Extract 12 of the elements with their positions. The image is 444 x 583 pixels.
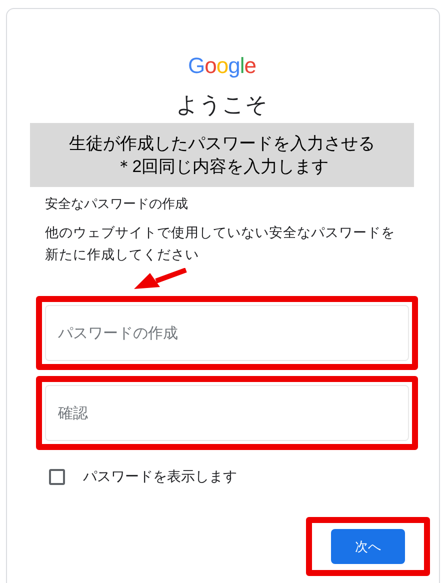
section-heading: 安全なパスワードの作成 <box>45 196 188 211</box>
google-logo: Google <box>188 52 256 80</box>
annotation-arrow <box>132 268 188 290</box>
annotation-text: 生徒が作成したパスワードを入力させる <box>69 133 375 155</box>
next-button[interactable]: 次へ <box>331 529 405 564</box>
checkbox-label: パスワードを表示します <box>83 467 237 486</box>
password-field[interactable]: 確認 <box>45 385 409 441</box>
password-field[interactable]: パスワードの作成 <box>45 305 409 361</box>
page-title: ようこそ <box>176 91 268 119</box>
annotation-text: ＊2回同じ内容を入力します <box>115 156 329 178</box>
description-text: 他のウェブサイトで使用していない安全なパスワードを新たに作成してください <box>45 224 396 264</box>
show-password-checkbox[interactable] <box>49 468 65 484</box>
